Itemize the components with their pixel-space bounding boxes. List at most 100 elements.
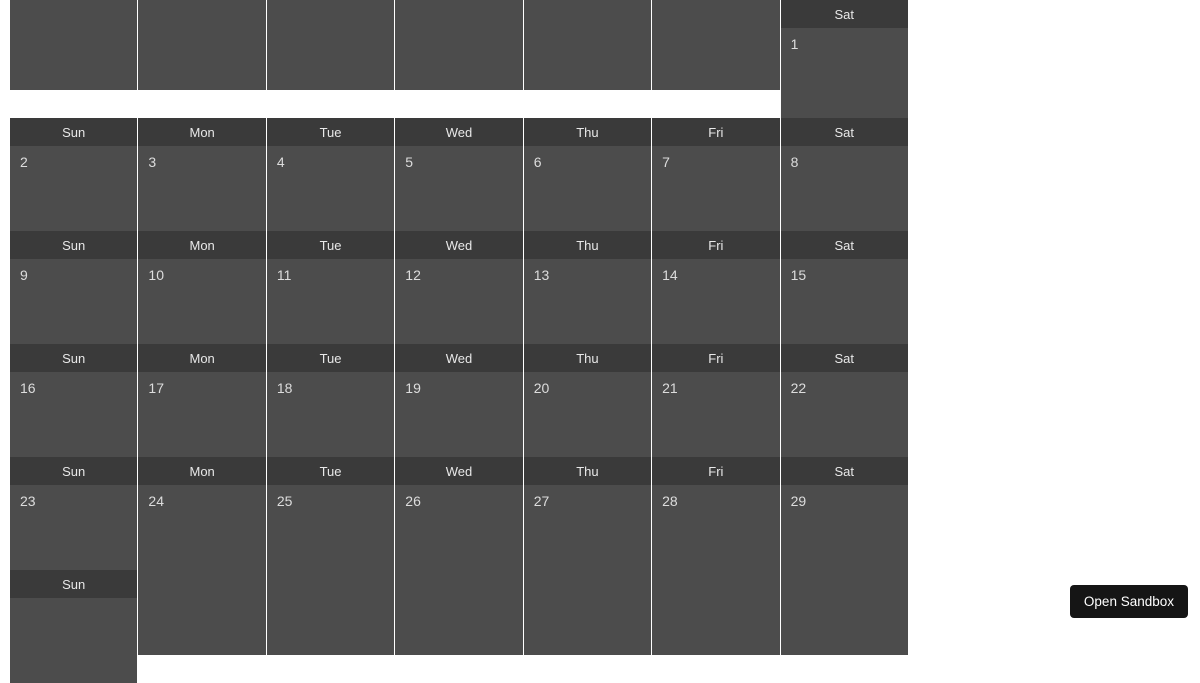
day-number: 10	[138, 259, 265, 344]
day-number: 15	[781, 259, 908, 344]
day-of-week-header: Mon	[138, 231, 265, 259]
day-number: 4	[267, 146, 394, 231]
day-number: 7	[652, 146, 779, 231]
calendar-day-cell[interactable]: Tue4	[267, 118, 394, 231]
day-number	[267, 0, 394, 90]
day-of-week-header: Fri	[652, 231, 779, 259]
calendar-day-cell[interactable]	[10, 0, 137, 118]
day-number	[395, 0, 522, 90]
day-of-week-header: Tue	[267, 118, 394, 146]
calendar-day-cell[interactable]: Sat1	[781, 0, 908, 118]
calendar-day-cell[interactable]	[138, 570, 265, 683]
calendar-day-cell[interactable]: Sun9	[10, 231, 137, 344]
day-of-week-header: Tue	[267, 231, 394, 259]
day-number	[652, 570, 779, 655]
calendar-day-cell[interactable]	[524, 0, 651, 118]
calendar-day-cell[interactable]: Wed12	[395, 231, 522, 344]
calendar-day-cell[interactable]: Thu20	[524, 344, 651, 457]
calendar-day-cell[interactable]: Fri28	[652, 457, 779, 570]
calendar-week: Sun	[10, 570, 908, 683]
day-number: 9	[10, 259, 137, 344]
day-of-week-header: Wed	[395, 344, 522, 372]
calendar-day-cell[interactable]: Fri21	[652, 344, 779, 457]
calendar-day-cell[interactable]: Wed5	[395, 118, 522, 231]
calendar-day-cell[interactable]: Mon17	[138, 344, 265, 457]
calendar-day-cell[interactable]: Sat22	[781, 344, 908, 457]
day-number	[10, 598, 137, 683]
calendar-day-cell[interactable]: Thu13	[524, 231, 651, 344]
calendar-day-cell[interactable]: Sat29	[781, 457, 908, 570]
day-number: 1	[781, 28, 908, 118]
day-number	[652, 0, 779, 90]
calendar-day-cell[interactable]	[267, 570, 394, 683]
calendar-day-cell[interactable]: Tue18	[267, 344, 394, 457]
day-number: 27	[524, 485, 651, 570]
calendar-day-cell[interactable]	[781, 570, 908, 683]
day-number: 25	[267, 485, 394, 570]
open-sandbox-button[interactable]: Open Sandbox	[1070, 585, 1188, 618]
day-number	[267, 570, 394, 655]
calendar-day-cell[interactable]: Sun23	[10, 457, 137, 570]
day-of-week-header: Sun	[10, 457, 137, 485]
day-number: 12	[395, 259, 522, 344]
day-number	[395, 570, 522, 655]
day-of-week-header: Sun	[10, 118, 137, 146]
calendar: Sat1Sun2Mon3Tue4Wed5Thu6Fri7Sat8Sun9Mon1…	[10, 0, 908, 683]
day-number	[138, 0, 265, 90]
calendar-day-cell[interactable]: Mon10	[138, 231, 265, 344]
day-number	[524, 570, 651, 655]
calendar-day-cell[interactable]: Tue25	[267, 457, 394, 570]
day-number: 24	[138, 485, 265, 570]
calendar-day-cell[interactable]: Sun2	[10, 118, 137, 231]
calendar-day-cell[interactable]	[524, 570, 651, 683]
day-number: 11	[267, 259, 394, 344]
day-number: 13	[524, 259, 651, 344]
day-of-week-header: Sat	[781, 0, 908, 28]
calendar-day-cell[interactable]: Sun	[10, 570, 137, 683]
day-of-week-header: Thu	[524, 344, 651, 372]
day-of-week-header: Fri	[652, 457, 779, 485]
day-number	[524, 0, 651, 90]
calendar-day-cell[interactable]	[652, 0, 779, 118]
day-number: 19	[395, 372, 522, 457]
day-number: 22	[781, 372, 908, 457]
calendar-day-cell[interactable]: Tue11	[267, 231, 394, 344]
day-of-week-header: Mon	[138, 118, 265, 146]
calendar-day-cell[interactable]	[267, 0, 394, 118]
day-of-week-header: Wed	[395, 457, 522, 485]
calendar-week: Sun2Mon3Tue4Wed5Thu6Fri7Sat8	[10, 118, 908, 231]
day-number: 29	[781, 485, 908, 570]
day-of-week-header: Thu	[524, 231, 651, 259]
day-of-week-header: Wed	[395, 231, 522, 259]
calendar-day-cell[interactable]: Mon24	[138, 457, 265, 570]
day-of-week-header: Sun	[10, 570, 137, 598]
calendar-day-cell[interactable]	[138, 0, 265, 118]
calendar-day-cell[interactable]: Sat15	[781, 231, 908, 344]
day-number: 8	[781, 146, 908, 231]
calendar-day-cell[interactable]: Sat8	[781, 118, 908, 231]
day-of-week-header: Tue	[267, 457, 394, 485]
day-of-week-header: Sat	[781, 118, 908, 146]
calendar-day-cell[interactable]: Sun16	[10, 344, 137, 457]
day-number: 21	[652, 372, 779, 457]
calendar-day-cell[interactable]: Fri14	[652, 231, 779, 344]
day-of-week-header: Thu	[524, 118, 651, 146]
calendar-day-cell[interactable]	[652, 570, 779, 683]
calendar-week: Sun9Mon10Tue11Wed12Thu13Fri14Sat15	[10, 231, 908, 344]
calendar-day-cell[interactable]: Thu27	[524, 457, 651, 570]
calendar-day-cell[interactable]: Mon3	[138, 118, 265, 231]
day-number: 28	[652, 485, 779, 570]
calendar-day-cell[interactable]: Fri7	[652, 118, 779, 231]
day-number: 18	[267, 372, 394, 457]
day-number: 17	[138, 372, 265, 457]
calendar-day-cell[interactable]	[395, 0, 522, 118]
calendar-day-cell[interactable]	[395, 570, 522, 683]
day-of-week-header: Sat	[781, 344, 908, 372]
day-of-week-header: Fri	[652, 118, 779, 146]
calendar-day-cell[interactable]: Thu6	[524, 118, 651, 231]
calendar-day-cell[interactable]: Wed26	[395, 457, 522, 570]
day-number: 6	[524, 146, 651, 231]
calendar-day-cell[interactable]: Wed19	[395, 344, 522, 457]
day-number	[10, 0, 137, 90]
day-of-week-header: Fri	[652, 344, 779, 372]
